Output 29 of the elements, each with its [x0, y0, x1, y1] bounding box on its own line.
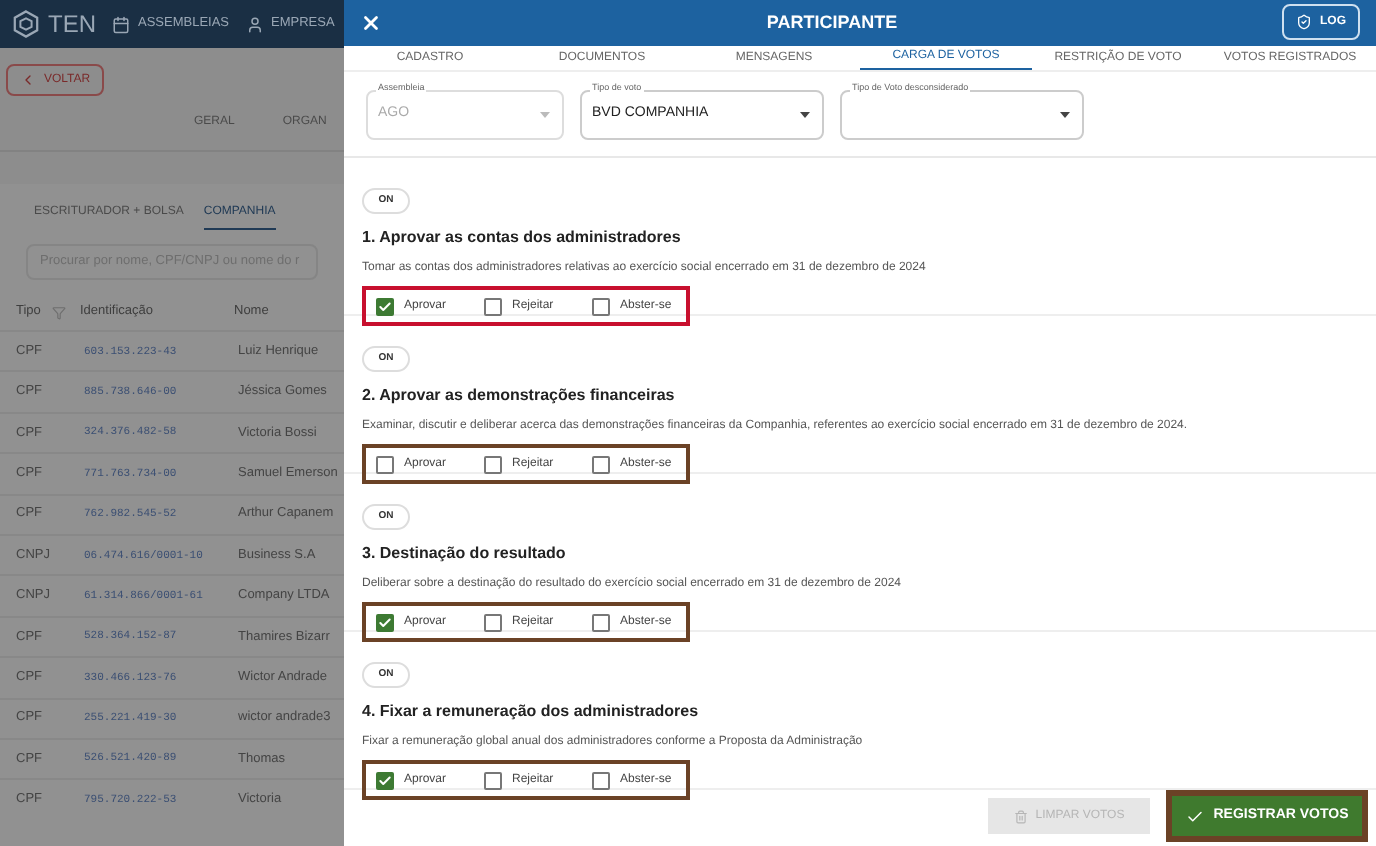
checkbox[interactable] — [376, 455, 394, 473]
dropdown-caret-icon — [800, 112, 810, 118]
checkbox[interactable] — [592, 455, 610, 473]
brand-name: TEN — [48, 8, 96, 42]
question-title: 3. Destinação do resultado — [362, 542, 568, 566]
checkbox[interactable] — [592, 297, 610, 315]
checkbox[interactable] — [592, 771, 610, 789]
chevron-left-icon — [20, 72, 36, 88]
modal-title: PARTICIPANTE — [764, 9, 900, 36]
question-title: 1. Aprovar as contas dos administradores — [362, 226, 683, 250]
shield-icon — [1296, 14, 1312, 31]
checkbox[interactable] — [376, 771, 394, 789]
dropdown-caret-icon — [1060, 112, 1070, 118]
checkbox[interactable] — [592, 613, 610, 631]
logo-icon — [12, 10, 40, 38]
check-icon — [1185, 807, 1204, 825]
checkbox[interactable] — [376, 297, 394, 315]
close-icon[interactable] — [360, 11, 382, 34]
checkbox[interactable] — [376, 613, 394, 631]
checkbox[interactable] — [484, 613, 502, 631]
dropdown-caret-icon — [540, 112, 550, 118]
checkbox[interactable] — [484, 455, 502, 473]
checkbox[interactable] — [484, 771, 502, 789]
checkbox[interactable] — [484, 297, 502, 315]
user-icon — [245, 15, 264, 33]
calendar-icon — [112, 15, 130, 33]
trash-icon — [1013, 809, 1028, 823]
question-title: 4. Fixar a remuneração dos administradores — [362, 700, 701, 724]
question-title: 2. Aprovar as demonstrações financeiras — [362, 384, 677, 408]
